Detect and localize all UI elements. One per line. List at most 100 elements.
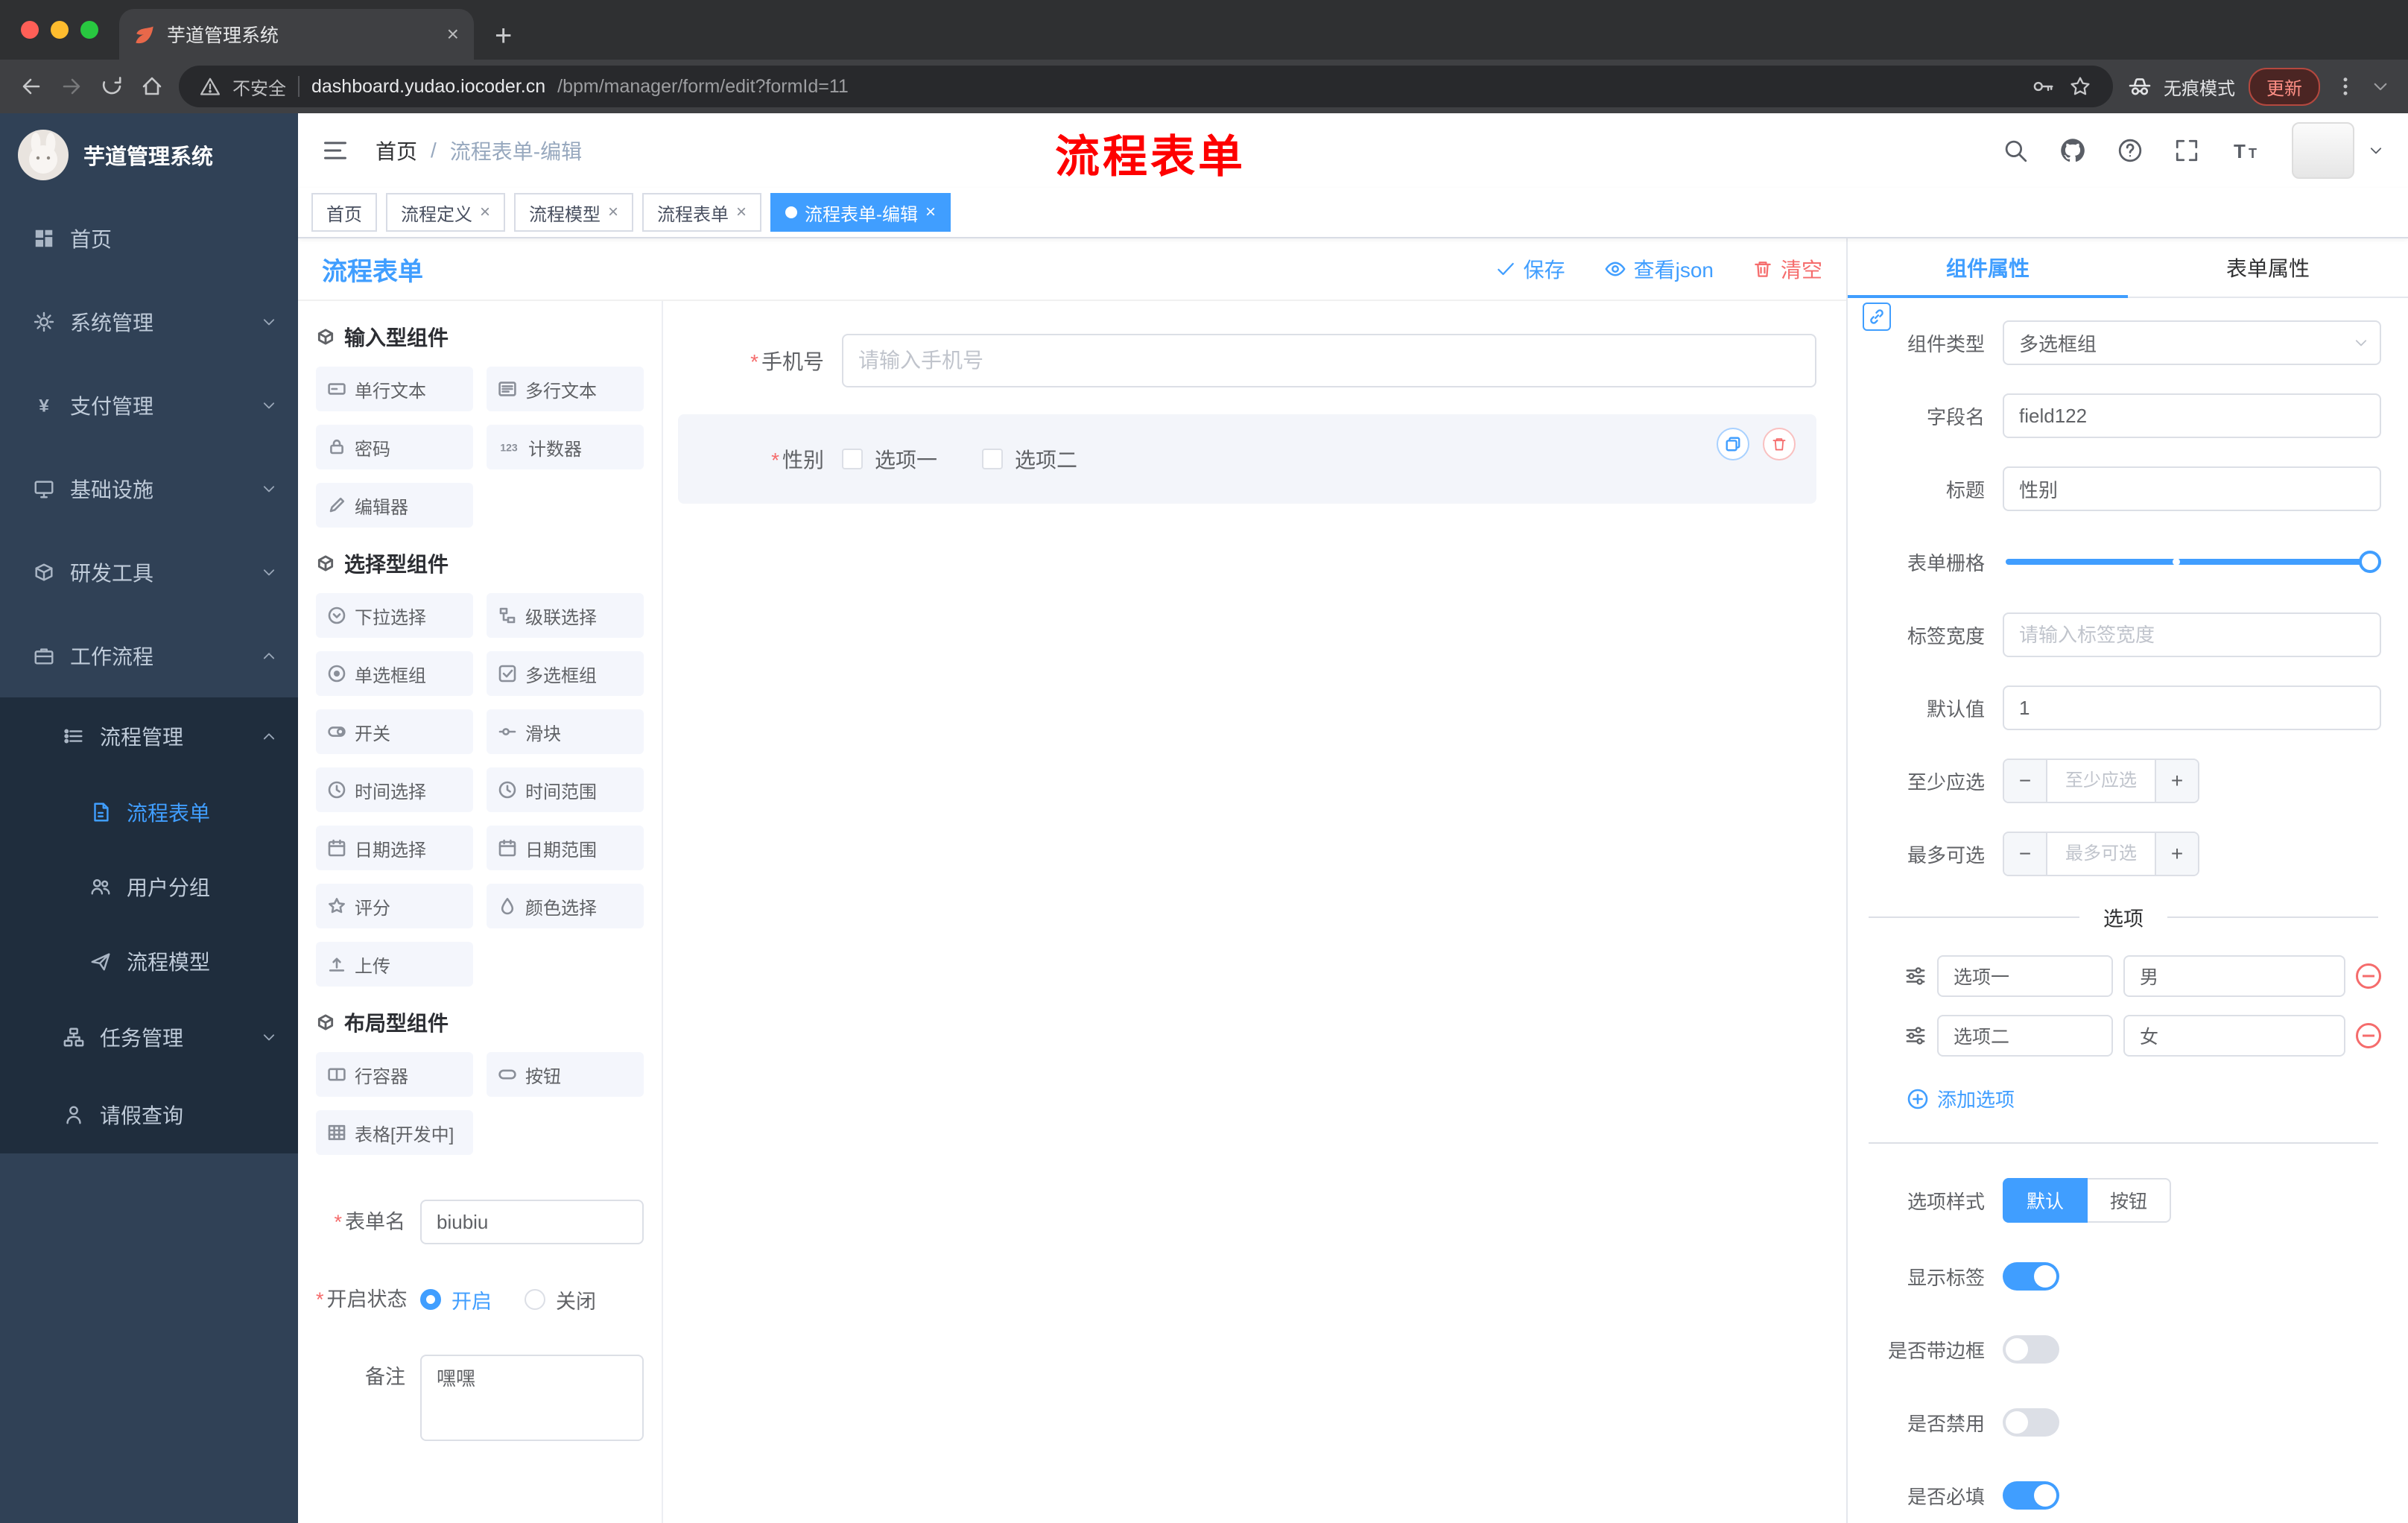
save-button[interactable]: 保存 (1495, 254, 1565, 284)
sidebar-item-system[interactable]: 系统管理 (0, 280, 298, 364)
palette-item-radio-group[interactable]: 单选框组 (316, 651, 473, 696)
tag-process-model[interactable]: 流程模型 × (514, 193, 634, 232)
app-logo[interactable]: 芋道管理系统 (0, 113, 298, 197)
window-zoom-button[interactable] (80, 21, 98, 39)
checkbox[interactable] (982, 449, 1004, 469)
palette-item-editor[interactable]: 编辑器 (316, 483, 473, 528)
widget-copy-button[interactable] (1717, 428, 1749, 460)
palette-item-row-container[interactable]: 行容器 (316, 1052, 473, 1097)
max-select-input[interactable] (2047, 833, 2155, 875)
github-icon[interactable] (2059, 137, 2086, 164)
disabled-switch[interactable] (2003, 1408, 2059, 1437)
status-radio-on[interactable]: 开启 (420, 1285, 492, 1314)
tag-close-icon[interactable]: × (736, 202, 747, 223)
palette-item-upload[interactable]: 上传 (316, 942, 473, 987)
sidebar-item-dev-tools[interactable]: 研发工具 (0, 531, 298, 614)
hamburger-icon[interactable] (322, 137, 349, 164)
form-name-input[interactable] (420, 1200, 644, 1244)
required-switch[interactable] (2003, 1481, 2059, 1510)
sidebar-item-task-management[interactable]: 任务管理 (0, 998, 298, 1076)
widget-delete-button[interactable] (1763, 428, 1796, 460)
gender-option-1[interactable]: 选项一 (842, 444, 937, 474)
title-input[interactable] (2003, 466, 2381, 511)
tag-process-form[interactable]: 流程表单 × (642, 193, 762, 232)
min-select-input[interactable] (2047, 760, 2155, 802)
option-style-default[interactable]: 默认 (2003, 1178, 2088, 1223)
remove-option-button[interactable] (2356, 1023, 2381, 1048)
palette-item-date-range[interactable]: 日期范围 (487, 826, 644, 870)
fullscreen-icon[interactable] (2174, 138, 2199, 163)
palette-item-color-picker[interactable]: 颜色选择 (487, 884, 644, 928)
sidebar-item-process-management[interactable]: 流程管理 (0, 697, 298, 775)
remove-option-button[interactable] (2356, 963, 2381, 989)
sidebar-item-workflow[interactable]: 工作流程 (0, 614, 298, 697)
address-bar[interactable]: 不安全 dashboard.yudao.iocoder.cn /bpm/mana… (179, 66, 2113, 107)
sidebar-item-process-model[interactable]: 流程模型 (0, 924, 298, 998)
font-size-icon[interactable]: TT (2231, 139, 2260, 162)
form-canvas[interactable]: *手机号 *性别 选项一 选项二 (663, 301, 1846, 1523)
palette-item-button[interactable]: 按钮 (487, 1052, 644, 1097)
default-value-input[interactable] (2003, 685, 2381, 730)
palette-item-time-picker[interactable]: 时间选择 (316, 767, 473, 812)
palette-item-switch[interactable]: 开关 (316, 709, 473, 754)
increase-button[interactable]: + (2155, 833, 2198, 875)
option-name-input[interactable] (1937, 1015, 2113, 1057)
chevron-down-icon[interactable] (2371, 77, 2390, 96)
field-name-input[interactable] (2003, 393, 2381, 438)
label-width-input[interactable] (2003, 612, 2381, 657)
tab-component-props[interactable]: 组件属性 (1848, 238, 2128, 298)
browser-menu-icon[interactable] (2333, 75, 2357, 98)
new-tab-button[interactable]: + (495, 21, 512, 51)
password-key-icon[interactable] (2031, 74, 2056, 99)
back-icon[interactable] (18, 73, 45, 100)
palette-item-table[interactable]: 表格[开发中] (316, 1110, 473, 1155)
canvas-field-gender-selected[interactable]: * 性别 选项一 选项二 (678, 414, 1816, 504)
palette-item-cascader[interactable]: 级联选择 (487, 593, 644, 638)
tag-process-definition[interactable]: 流程定义 × (386, 193, 506, 232)
decrease-button[interactable]: − (2004, 760, 2047, 802)
palette-item-checkbox-group[interactable]: 多选框组 (487, 651, 644, 696)
search-icon[interactable] (2003, 138, 2028, 163)
option-name-input[interactable] (1937, 955, 2113, 997)
clear-button[interactable]: 清空 (1752, 254, 1822, 284)
sidebar-item-home[interactable]: 首页 (0, 197, 298, 280)
tag-process-form-edit[interactable]: 流程表单-编辑 × (770, 193, 951, 232)
bookmark-star-icon[interactable] (2068, 75, 2092, 98)
drag-handle-icon[interactable] (1904, 1025, 1927, 1047)
increase-button[interactable]: + (2155, 760, 2198, 802)
palette-item-counter[interactable]: 123 计数器 (487, 425, 644, 469)
breadcrumb-home[interactable]: 首页 (376, 136, 417, 165)
palette-item-multi-line-text[interactable]: 多行文本 (487, 367, 644, 411)
canvas-field-phone[interactable]: * 手机号 (678, 334, 1816, 387)
component-type-select[interactable] (2003, 320, 2381, 365)
tab-form-props[interactable]: 表单属性 (2128, 238, 2408, 297)
sidebar-item-leave-query[interactable]: 请假查询 (0, 1076, 298, 1153)
avatar-caret-icon[interactable] (2368, 142, 2384, 159)
checkbox[interactable] (842, 449, 863, 469)
window-minimize-button[interactable] (51, 21, 69, 39)
link-anchor-button[interactable] (1863, 303, 1891, 331)
tag-close-icon[interactable]: × (608, 202, 618, 223)
browser-tab[interactable]: 芋道管理系统 × (119, 9, 474, 60)
reload-icon[interactable] (98, 73, 125, 100)
tab-close-icon[interactable]: × (447, 22, 459, 46)
show-label-switch[interactable] (2003, 1262, 2059, 1291)
palette-item-time-range[interactable]: 时间范围 (487, 767, 644, 812)
sidebar-item-process-form[interactable]: 流程表单 (0, 775, 298, 849)
sidebar-item-payment[interactable]: ¥ 支付管理 (0, 364, 298, 447)
option-style-button[interactable]: 按钮 (2088, 1178, 2172, 1223)
window-close-button[interactable] (21, 21, 39, 39)
phone-input[interactable] (842, 334, 1816, 387)
palette-item-single-line-text[interactable]: 单行文本 (316, 367, 473, 411)
drag-handle-icon[interactable] (1904, 965, 1927, 987)
view-json-button[interactable]: 查看json (1604, 254, 1714, 284)
remark-textarea[interactable]: 嘿嘿 (420, 1355, 644, 1441)
option-value-input[interactable] (2123, 1015, 2345, 1057)
status-radio-off[interactable]: 关闭 (525, 1285, 596, 1314)
browser-update-button[interactable]: 更新 (2249, 67, 2320, 106)
form-grid-slider[interactable] (2006, 551, 2381, 573)
slider-handle[interactable] (2359, 551, 2381, 573)
palette-item-select[interactable]: 下拉选择 (316, 593, 473, 638)
add-option-button[interactable]: 添加选项 (1907, 1085, 2015, 1112)
home-icon[interactable] (139, 73, 165, 100)
